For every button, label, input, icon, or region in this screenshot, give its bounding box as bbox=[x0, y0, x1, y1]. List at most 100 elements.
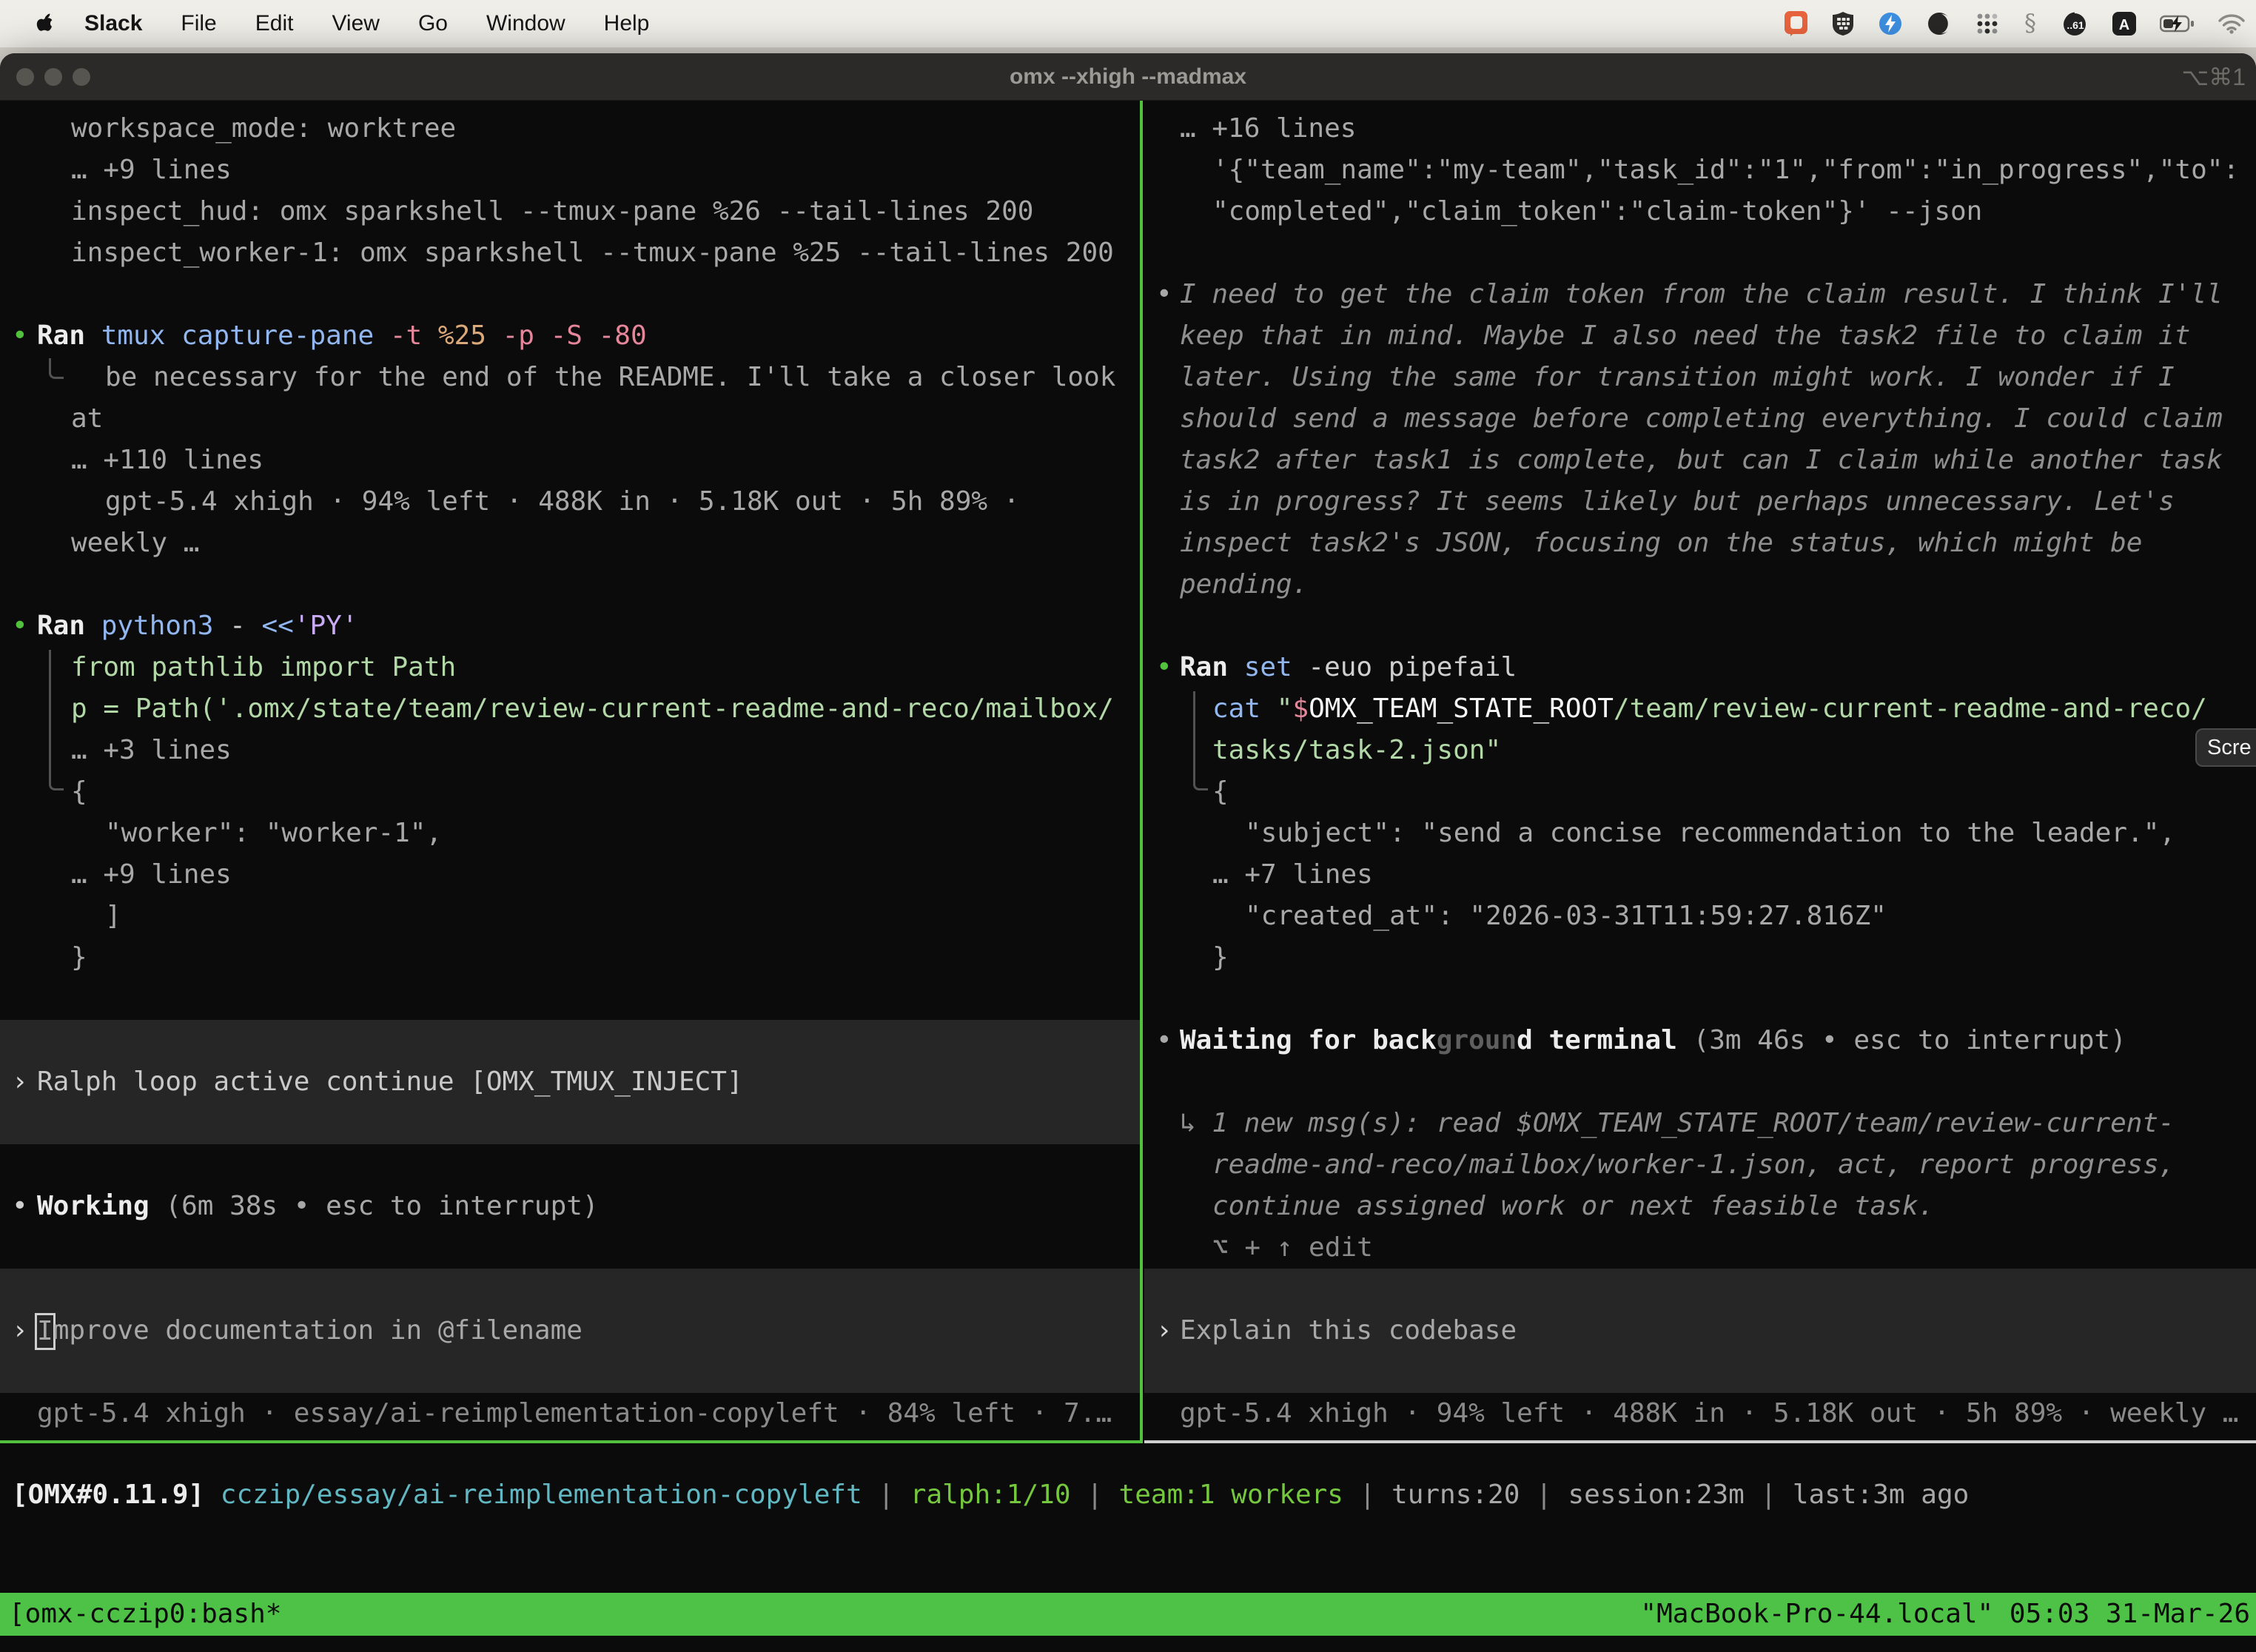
menu-bar: Slack File Edit View Go Window Help § ..61 A bbox=[0, 0, 2256, 47]
terminal-row bbox=[0, 274, 1140, 315]
terminal-row: is in progress? It seems likely but perh… bbox=[1144, 481, 2256, 523]
screenshot-tooltip[interactable]: Scre bbox=[2195, 728, 2256, 767]
battery-charging-icon[interactable] bbox=[2160, 15, 2195, 33]
terminal-row: gpt-5.4 xhigh · 94% left · 488K in · 5.1… bbox=[1144, 1393, 2256, 1434]
terminal-row: •Ran tmux capture-pane -t %25 -p -S -80 bbox=[0, 315, 1140, 357]
terminal-row bbox=[0, 564, 1140, 605]
wifi-icon[interactable] bbox=[2218, 13, 2246, 34]
terminal-row: … +16 lines bbox=[1144, 108, 2256, 150]
terminal-row: •Waiting for background terminal (3m 46s… bbox=[1144, 1020, 2256, 1061]
terminal-content: workspace_mode: worktree… +9 linesinspec… bbox=[0, 101, 2256, 1652]
terminal-band-row: ›Ralph loop active continue [OMX_TMUX_IN… bbox=[0, 1061, 1140, 1103]
grid-shield-icon[interactable] bbox=[1831, 11, 1855, 36]
pane-border-right bbox=[1144, 1440, 2256, 1443]
letter-a-icon[interactable]: A bbox=[2111, 10, 2138, 37]
terminal-row: ] bbox=[0, 896, 1140, 937]
output-gutter-line bbox=[49, 358, 64, 379]
dots-grid-icon[interactable] bbox=[1975, 11, 2000, 36]
terminal-row: "worker": "worker-1", bbox=[0, 813, 1140, 854]
terminal-row bbox=[1144, 1061, 2256, 1103]
terminal-band-row bbox=[1144, 1269, 2256, 1310]
chat-bubble-icon[interactable] bbox=[1784, 10, 1809, 37]
terminal-row: continue assigned work or next feasible … bbox=[1144, 1186, 2256, 1227]
pane-divider[interactable] bbox=[1140, 101, 1143, 1443]
row-bullet: › bbox=[12, 1310, 28, 1352]
terminal-row: later. Using the same for transition mig… bbox=[1144, 357, 2256, 398]
window-shortcut: ⌥⌘1 bbox=[2181, 53, 2246, 101]
tmux-pane-right[interactable]: … +16 lines'{"team_name":"my-team","task… bbox=[1144, 108, 2256, 1434]
menu-items: File Edit View Go Window Help bbox=[142, 11, 649, 36]
badge-61-icon[interactable]: ..61 bbox=[2061, 10, 2089, 38]
terminal-row: at bbox=[0, 398, 1140, 440]
terminal-row: •I need to get the claim token from the … bbox=[1144, 274, 2256, 315]
row-bullet: • bbox=[12, 605, 28, 647]
title-bar[interactable]: omx --xhigh --madmax ⌥⌘1 bbox=[0, 53, 2256, 101]
menu-item-window[interactable]: Window bbox=[486, 11, 565, 36]
terminal-row bbox=[1144, 605, 2256, 647]
crescent-icon[interactable] bbox=[1926, 10, 1953, 37]
row-bullet: • bbox=[1156, 274, 1172, 315]
output-gutter-line bbox=[49, 650, 64, 790]
svg-text:A: A bbox=[2119, 17, 2129, 33]
tmux-session-label: [omx-cczip0:bash* bbox=[9, 1593, 281, 1636]
menu-item-edit[interactable]: Edit bbox=[255, 11, 294, 36]
terminal-row: from pathlib import Path bbox=[0, 647, 1140, 688]
menu-item-go[interactable]: Go bbox=[418, 11, 448, 36]
svg-text:§: § bbox=[2024, 10, 2036, 37]
terminal-row bbox=[0, 1227, 1140, 1269]
terminal-row: task2 after task1 is complete, but can I… bbox=[1144, 440, 2256, 481]
terminal-row bbox=[0, 978, 1140, 1020]
terminal-band-row bbox=[0, 1352, 1140, 1393]
tmux-host-clock: "MacBook-Pro-44.local" 05:03 31-Mar-26 bbox=[1640, 1593, 2250, 1636]
terminal-row: … +9 lines bbox=[0, 150, 1140, 191]
menu-status-icons: § ..61 A bbox=[1784, 10, 2246, 38]
terminal-row bbox=[0, 1144, 1140, 1186]
row-bullet: • bbox=[1156, 647, 1172, 688]
menu-item-view[interactable]: View bbox=[332, 11, 379, 36]
terminal-row bbox=[1144, 978, 2256, 1020]
terminal-row: •Ran set -euo pipefail bbox=[1144, 647, 2256, 688]
pane-border-left bbox=[0, 1440, 1140, 1443]
apple-menu-icon[interactable] bbox=[34, 12, 53, 36]
terminal-band-row: ›Improve documentation in @filename bbox=[0, 1310, 1140, 1352]
terminal-row: inspect_hud: omx sparkshell --tmux-pane … bbox=[0, 191, 1140, 232]
row-bullet: › bbox=[12, 1061, 28, 1103]
terminal-row: be necessary for the end of the README. … bbox=[0, 357, 1140, 398]
terminal-row: gpt-5.4 xhigh · essay/ai-reimplementatio… bbox=[0, 1393, 1140, 1434]
terminal-row: should send a message before completing … bbox=[1144, 398, 2256, 440]
terminal-row: { bbox=[1144, 771, 2256, 813]
screenshot-tooltip-label: Scre bbox=[2207, 736, 2252, 759]
terminal-band-row bbox=[0, 1020, 1140, 1061]
terminal-row: inspect_worker-1: omx sparkshell --tmux-… bbox=[0, 232, 1140, 274]
terminal-row: readme-and-reco/mailbox/worker-1.json, a… bbox=[1144, 1144, 2256, 1186]
terminal-band-row bbox=[0, 1103, 1140, 1144]
terminal-row: tasks/task-2.json" bbox=[1144, 730, 2256, 771]
terminal-row: cat "$OMX_TEAM_STATE_ROOT/team/review-cu… bbox=[1144, 688, 2256, 730]
lightning-badge-icon[interactable] bbox=[1877, 10, 1904, 37]
terminal-row: … +7 lines bbox=[1144, 854, 2256, 896]
menu-app-name[interactable]: Slack bbox=[84, 11, 142, 36]
terminal-row: workspace_mode: worktree bbox=[0, 108, 1140, 150]
terminal-row: inspect task2's JSON, focusing on the st… bbox=[1144, 523, 2256, 564]
terminal-row: … +9 lines bbox=[0, 854, 1140, 896]
terminal-row: … +110 lines bbox=[0, 440, 1140, 481]
terminal-row: … +3 lines bbox=[0, 730, 1140, 771]
row-bullet: • bbox=[1156, 1020, 1172, 1061]
menu-item-file[interactable]: File bbox=[181, 11, 216, 36]
terminal-row: { bbox=[0, 771, 1140, 813]
tmux-status-bar: [omx-cczip0:bash* "MacBook-Pro-44.local"… bbox=[0, 1593, 2256, 1636]
terminal-row: '{"team_name":"my-team","task_id":"1","f… bbox=[1144, 150, 2256, 191]
terminal-row bbox=[1144, 232, 2256, 274]
row-bullet: • bbox=[12, 315, 28, 357]
row-bullet: › bbox=[1156, 1310, 1172, 1352]
tmux-pane-left[interactable]: workspace_mode: worktree… +9 linesinspec… bbox=[0, 108, 1140, 1434]
squiggle-icon[interactable]: § bbox=[2022, 10, 2038, 38]
terminal-band-row bbox=[1144, 1352, 2256, 1393]
terminal-row: ↳ 1 new msg(s): read $OMX_TEAM_STATE_ROO… bbox=[1144, 1103, 2256, 1144]
window-title: omx --xhigh --madmax bbox=[0, 53, 2256, 101]
menu-item-help[interactable]: Help bbox=[604, 11, 650, 36]
terminal-band-row: ›Explain this codebase bbox=[1144, 1310, 2256, 1352]
omx-hud-status-line: [OMX#0.11.9] cczip/essay/ai-reimplementa… bbox=[0, 1474, 2256, 1516]
terminal-row: •Ran python3 - <<'PY' bbox=[0, 605, 1140, 647]
terminal-row: weekly … bbox=[0, 523, 1140, 564]
